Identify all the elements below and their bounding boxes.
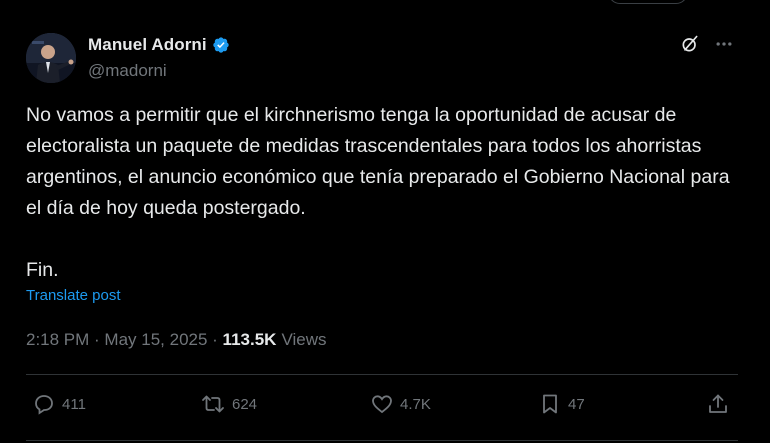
tweet-date[interactable]: May 15, 2025 bbox=[104, 330, 207, 350]
header-button-stub bbox=[608, 0, 688, 4]
divider bbox=[26, 440, 738, 441]
reply-count: 411 bbox=[62, 395, 86, 413]
like-button[interactable]: 4.7K bbox=[370, 392, 431, 416]
tweet-text: No vamos a permitir que el kirchnerismo … bbox=[26, 104, 730, 281]
author-block: Manuel Adorni @madorni bbox=[88, 35, 230, 81]
reply-icon bbox=[35, 395, 53, 415]
meta-separator: · bbox=[207, 330, 223, 349]
share-button[interactable] bbox=[706, 392, 730, 416]
divider bbox=[26, 374, 738, 375]
translate-post-link[interactable]: Translate post bbox=[26, 287, 121, 304]
author-display-name[interactable]: Manuel Adorni bbox=[88, 35, 207, 55]
avatar[interactable] bbox=[26, 33, 76, 83]
bookmark-icon bbox=[543, 394, 557, 414]
heart-icon bbox=[372, 395, 392, 414]
author-handle[interactable]: @madorni bbox=[88, 61, 230, 81]
avatar-image bbox=[26, 33, 76, 83]
verified-badge-icon[interactable] bbox=[212, 36, 230, 54]
views-count[interactable]: 113.5K bbox=[223, 330, 277, 350]
like-count: 4.7K bbox=[400, 395, 431, 413]
tweet-top-actions bbox=[680, 34, 734, 54]
tweet-action-bar: 411 624 4.7K 47 bbox=[26, 392, 738, 420]
meta-separator: · bbox=[89, 330, 105, 349]
repost-button[interactable]: 624 bbox=[200, 392, 257, 416]
grok-icon[interactable] bbox=[680, 34, 700, 54]
share-icon bbox=[709, 394, 727, 413]
repost-icon bbox=[202, 395, 224, 413]
bookmark-count: 47 bbox=[568, 395, 585, 413]
author-name-row: Manuel Adorni bbox=[88, 35, 230, 55]
more-icon[interactable] bbox=[714, 34, 734, 54]
bookmark-button[interactable]: 47 bbox=[538, 392, 585, 416]
views-label: Views bbox=[281, 330, 327, 349]
repost-count: 624 bbox=[232, 395, 258, 413]
tweet-time[interactable]: 2:18 PM bbox=[26, 330, 89, 350]
tweet-meta: 2:18 PM · May 15, 2025 · 113.5K Views bbox=[26, 330, 326, 350]
reply-button[interactable]: 411 bbox=[32, 392, 86, 416]
